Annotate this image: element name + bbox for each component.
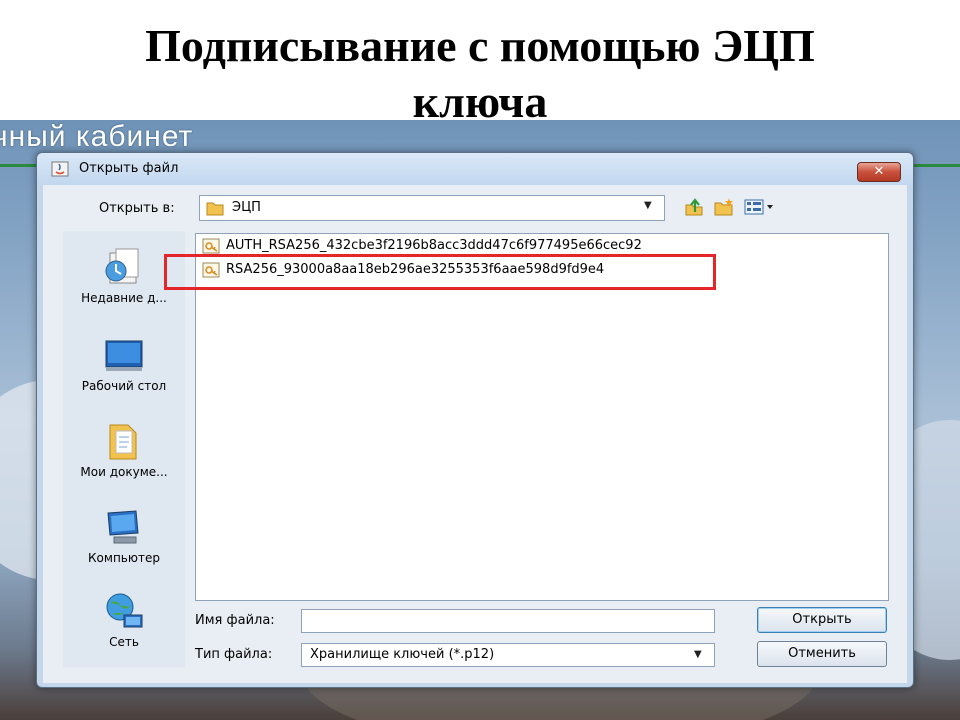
highlight-box [164,254,716,290]
slide-title: Подписывание с помощью ЭЦП ключа [0,18,960,130]
file-list[interactable]: AUTH_RSA256_432cbe3f2196b8acc3ddd47c6f97… [164,233,889,601]
dialog-title: Открыть файл [79,161,179,176]
folder-icon [206,202,224,216]
look-in-dropdown[interactable]: ЭЦП ▼ [199,195,665,221]
recent-documents-icon [105,248,139,284]
file-list-item[interactable]: AUTH_RSA256_432cbe3f2196b8acc3ddd47c6f97… [200,236,886,256]
chevron-down-icon: ▼ [694,649,702,660]
slide-title-line-1: Подписывание с помощью ЭЦП [145,20,815,71]
file-name-input[interactable] [301,609,715,633]
place-my-documents[interactable]: Мои докуме... [63,421,185,479]
dialog-body: Открыть в: ЭЦП ▼ Недавние д... Рабочий с… [43,185,907,683]
place-label: Мои докуме... [80,465,168,479]
file-name-label: Имя файла: [195,613,275,628]
network-icon [106,593,143,628]
view-menu-icon[interactable] [743,197,777,217]
cancel-button[interactable]: Отменить [757,641,887,667]
open-button[interactable]: Открыть [757,607,887,633]
place-label: Рабочий стол [81,379,167,393]
file-type-dropdown[interactable]: Хранилище ключей (*.p12) ▼ [301,643,715,667]
place-label: Компьютер [88,551,160,565]
place-computer[interactable]: Компьютер [63,507,185,565]
place-desktop[interactable]: Рабочий стол [63,335,185,393]
file-name: AUTH_RSA256_432cbe3f2196b8acc3ddd47c6f97… [226,238,642,253]
place-network[interactable]: Сеть [63,591,185,649]
place-label: Недавние д... [81,291,167,305]
java-app-icon [51,161,69,177]
file-type-label: Тип файла: [195,647,273,662]
file-type-value: Хранилище ключей (*.p12) [310,647,495,662]
chevron-down-icon: ▼ [644,200,652,211]
computer-icon [107,510,139,544]
close-button[interactable]: ✕ [857,162,901,182]
places-bar: Недавние д... Рабочий стол Мои докуме... [63,231,185,667]
close-icon: ✕ [873,164,885,179]
open-file-dialog: Открыть файл ✕ Открыть в: ЭЦП ▼ Недавние… [36,152,914,688]
look-in-value: ЭЦП [232,200,261,215]
new-folder-icon[interactable] [713,197,735,217]
up-one-level-icon[interactable] [683,197,705,217]
certificate-file-icon [202,238,220,254]
place-label: Сеть [109,635,139,649]
look-in-label: Открыть в: [99,201,175,216]
desktop-icon [105,340,143,371]
background-site-heading: чный кабинет [0,120,194,153]
my-documents-icon [109,424,137,460]
dialog-titlebar[interactable]: Открыть файл ✕ [37,153,913,185]
